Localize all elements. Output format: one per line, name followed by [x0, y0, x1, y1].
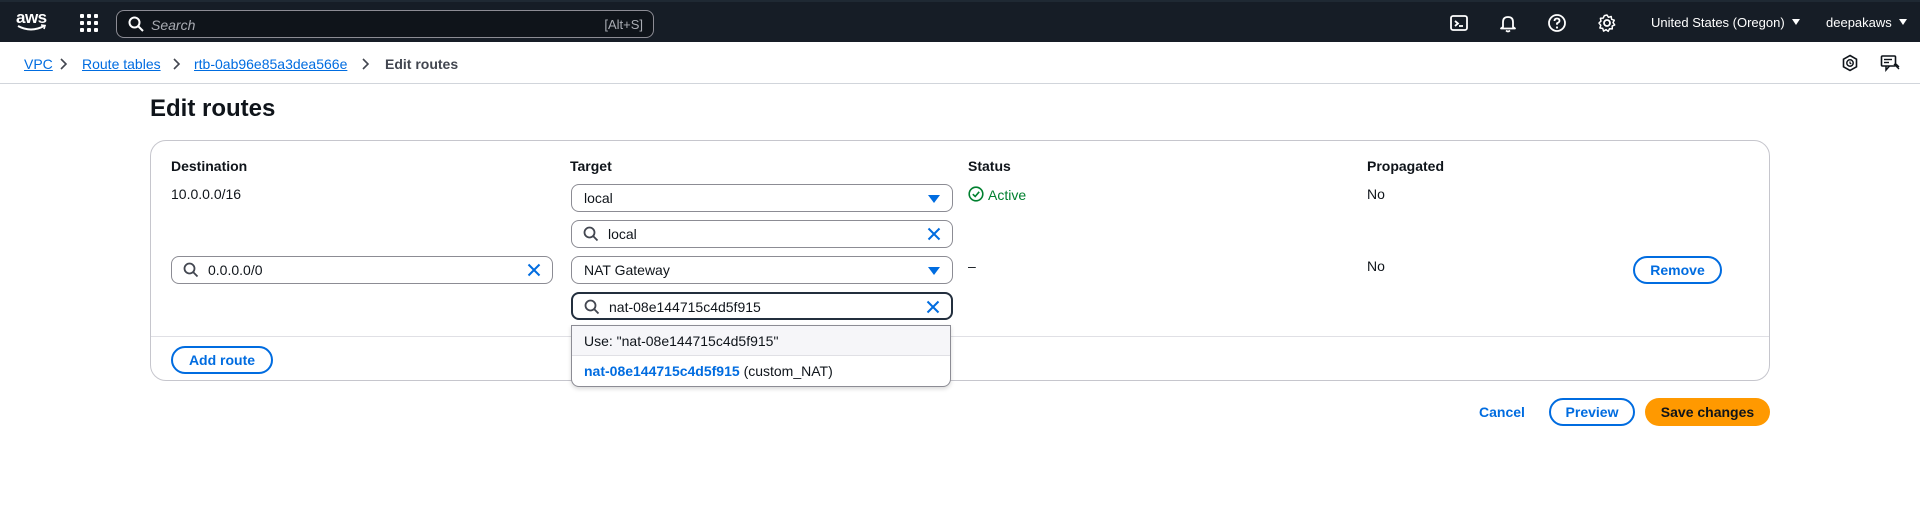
- search-icon: [584, 299, 600, 315]
- route-2-target-type-value: NAT Gateway: [584, 262, 670, 278]
- clear-icon[interactable]: [926, 226, 942, 242]
- chevron-right-icon: [362, 58, 370, 70]
- column-header-destination: Destination: [171, 158, 248, 174]
- search-icon: [128, 16, 144, 32]
- cloudshell-icon[interactable]: [1449, 13, 1469, 33]
- account-username: deepakaws: [1826, 15, 1892, 30]
- cancel-button[interactable]: Cancel: [1479, 404, 1525, 420]
- column-header-status: Status: [968, 158, 1011, 174]
- top-navigation: aws Search [Alt+S] United States (Oregon…: [0, 0, 1920, 42]
- feedback-icon[interactable]: [1880, 54, 1900, 72]
- column-header-propagated: Propagated: [1367, 158, 1445, 174]
- aws-smile-icon: [17, 24, 47, 31]
- recent-activity-icon[interactable]: [1841, 54, 1859, 72]
- route-2-target-filter-value: nat-08e144715c4d5f915: [609, 299, 761, 315]
- region-label: United States (Oregon): [1651, 15, 1785, 30]
- region-selector[interactable]: United States (Oregon): [1651, 15, 1800, 30]
- route-2-target-filter-input[interactable]: nat-08e144715c4d5f915: [571, 292, 953, 320]
- autocomplete-use-entered-text: Use: "nat-08e144715c4d5f915": [584, 333, 779, 349]
- route-1-target-type-select[interactable]: local: [571, 184, 953, 212]
- route-1-target-type-value: local: [584, 190, 613, 206]
- route-1-target-filter-input[interactable]: local: [571, 220, 953, 248]
- remove-route-button[interactable]: Remove: [1633, 256, 1722, 284]
- autocomplete-match-option[interactable]: nat-08e144715c4d5f915 (custom_NAT): [584, 363, 833, 379]
- search-shortcut: [Alt+S]: [604, 17, 643, 32]
- caret-down-icon: [928, 195, 940, 203]
- global-search-input[interactable]: Search [Alt+S]: [116, 10, 654, 38]
- clear-icon[interactable]: [925, 299, 941, 315]
- autocomplete-match-id: nat-08e144715c4d5f915: [584, 363, 740, 379]
- route-2-propagated: No: [1367, 258, 1385, 274]
- preview-button[interactable]: Preview: [1549, 398, 1635, 426]
- route-1-target-filter-value: local: [608, 226, 637, 242]
- route-1-status-text: Active: [988, 187, 1027, 203]
- autocomplete-match-tag: (custom_NAT): [743, 363, 833, 379]
- chevron-right-icon: [60, 58, 68, 70]
- target-autocomplete-dropdown: Use: "nat-08e144715c4d5f915" nat-08e1447…: [571, 325, 951, 387]
- route-2-destination-value: 0.0.0.0/0: [208, 262, 263, 278]
- aws-logo[interactable]: aws: [16, 9, 50, 35]
- column-header-target: Target: [570, 158, 612, 174]
- route-2-target-type-select[interactable]: NAT Gateway: [571, 256, 953, 284]
- route-1-propagated: No: [1367, 186, 1385, 202]
- routes-panel: Destination Target Status Propagated 10.…: [150, 140, 1770, 381]
- route-2-destination-input[interactable]: 0.0.0.0/0: [171, 256, 553, 284]
- settings-gear-icon[interactable]: [1597, 13, 1617, 33]
- autocomplete-use-entered-option[interactable]: Use: "nat-08e144715c4d5f915": [572, 326, 950, 356]
- save-changes-button[interactable]: Save changes: [1645, 398, 1770, 426]
- status-success-icon: [968, 186, 984, 202]
- add-route-button[interactable]: Add route: [171, 346, 273, 374]
- breadcrumb: VPC Route tables rtb-0ab96e85a3dea566e E…: [0, 42, 1920, 84]
- caret-down-icon: [928, 267, 940, 275]
- breadcrumb-current: Edit routes: [385, 56, 459, 72]
- search-icon: [183, 262, 199, 278]
- chevron-right-icon: [173, 58, 181, 70]
- search-icon: [583, 226, 599, 242]
- route-1-destination: 10.0.0.0/16: [171, 186, 242, 202]
- page-title: Edit routes: [150, 95, 276, 122]
- help-icon[interactable]: [1547, 13, 1567, 33]
- breadcrumb-vpc[interactable]: VPC: [24, 56, 53, 72]
- breadcrumb-route-table-id[interactable]: rtb-0ab96e85a3dea566e: [194, 56, 347, 72]
- breadcrumb-route-tables[interactable]: Route tables: [82, 56, 161, 72]
- panel-divider: [151, 336, 1769, 337]
- notifications-bell-icon[interactable]: [1498, 13, 1518, 33]
- route-2-status: –: [968, 258, 976, 274]
- services-menu-icon[interactable]: [80, 14, 98, 32]
- clear-icon[interactable]: [526, 262, 542, 278]
- search-placeholder: Search: [151, 17, 196, 33]
- region-caret-icon: [1791, 19, 1800, 25]
- account-menu[interactable]: deepakaws: [1826, 15, 1907, 30]
- account-caret-icon: [1898, 19, 1907, 25]
